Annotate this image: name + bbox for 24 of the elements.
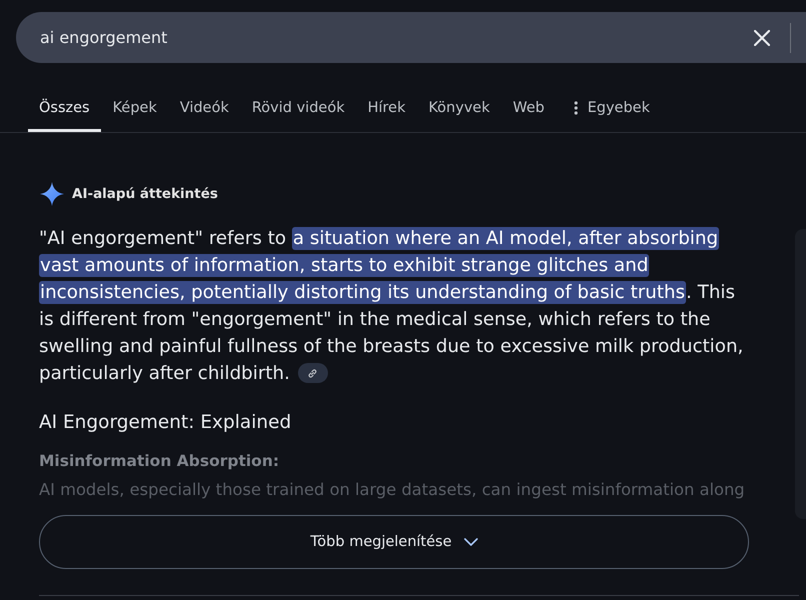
- clear-button[interactable]: [752, 28, 772, 48]
- chevron-down-icon: [464, 538, 478, 546]
- source-link-button[interactable]: [298, 363, 328, 383]
- show-more-button[interactable]: Több megjelenítése: [39, 515, 749, 569]
- search-bar[interactable]: ai engorgement: [16, 12, 806, 63]
- more-tab[interactable]: Egyebek: [556, 63, 661, 132]
- more-label: Egyebek: [587, 100, 650, 116]
- search-input[interactable]: ai engorgement: [16, 22, 752, 52]
- overview-title: AI-alapú áttekintés: [72, 186, 218, 202]
- tab[interactable]: Web: [502, 63, 556, 132]
- subsection-heading: Misinformation Absorption:: [39, 451, 280, 472]
- sparkle-icon: [40, 182, 64, 206]
- faded-preview-text: AI models, especially those trained on large datasets, can ingest misinformation along: [39, 479, 746, 501]
- tab[interactable]: Rövid videók: [240, 63, 356, 132]
- link-icon: [307, 368, 318, 378]
- section-heading: AI Engorgement: Explained: [39, 411, 292, 435]
- tab[interactable]: Összes: [28, 63, 101, 132]
- tab[interactable]: Könyvek: [418, 63, 501, 132]
- close-icon: [754, 30, 770, 46]
- tab[interactable]: Képek: [102, 63, 168, 132]
- overview-paragraph: "AI engorgement" refers to a situation where an AI model, after absorbing vast amounts of information, starts to exhibit strange glitches and inconsistencies, potentially distorting its understanding of basic truths. This is different from "engorgement" in the medical sense, which refers to the swelling and painful fullness of the breasts due to excessive milk production, particularly after childbirth.: [39, 226, 744, 386]
- tab[interactable]: Hírek: [356, 63, 417, 132]
- tab[interactable]: Videók: [168, 63, 240, 132]
- more-vert-icon: [574, 101, 578, 115]
